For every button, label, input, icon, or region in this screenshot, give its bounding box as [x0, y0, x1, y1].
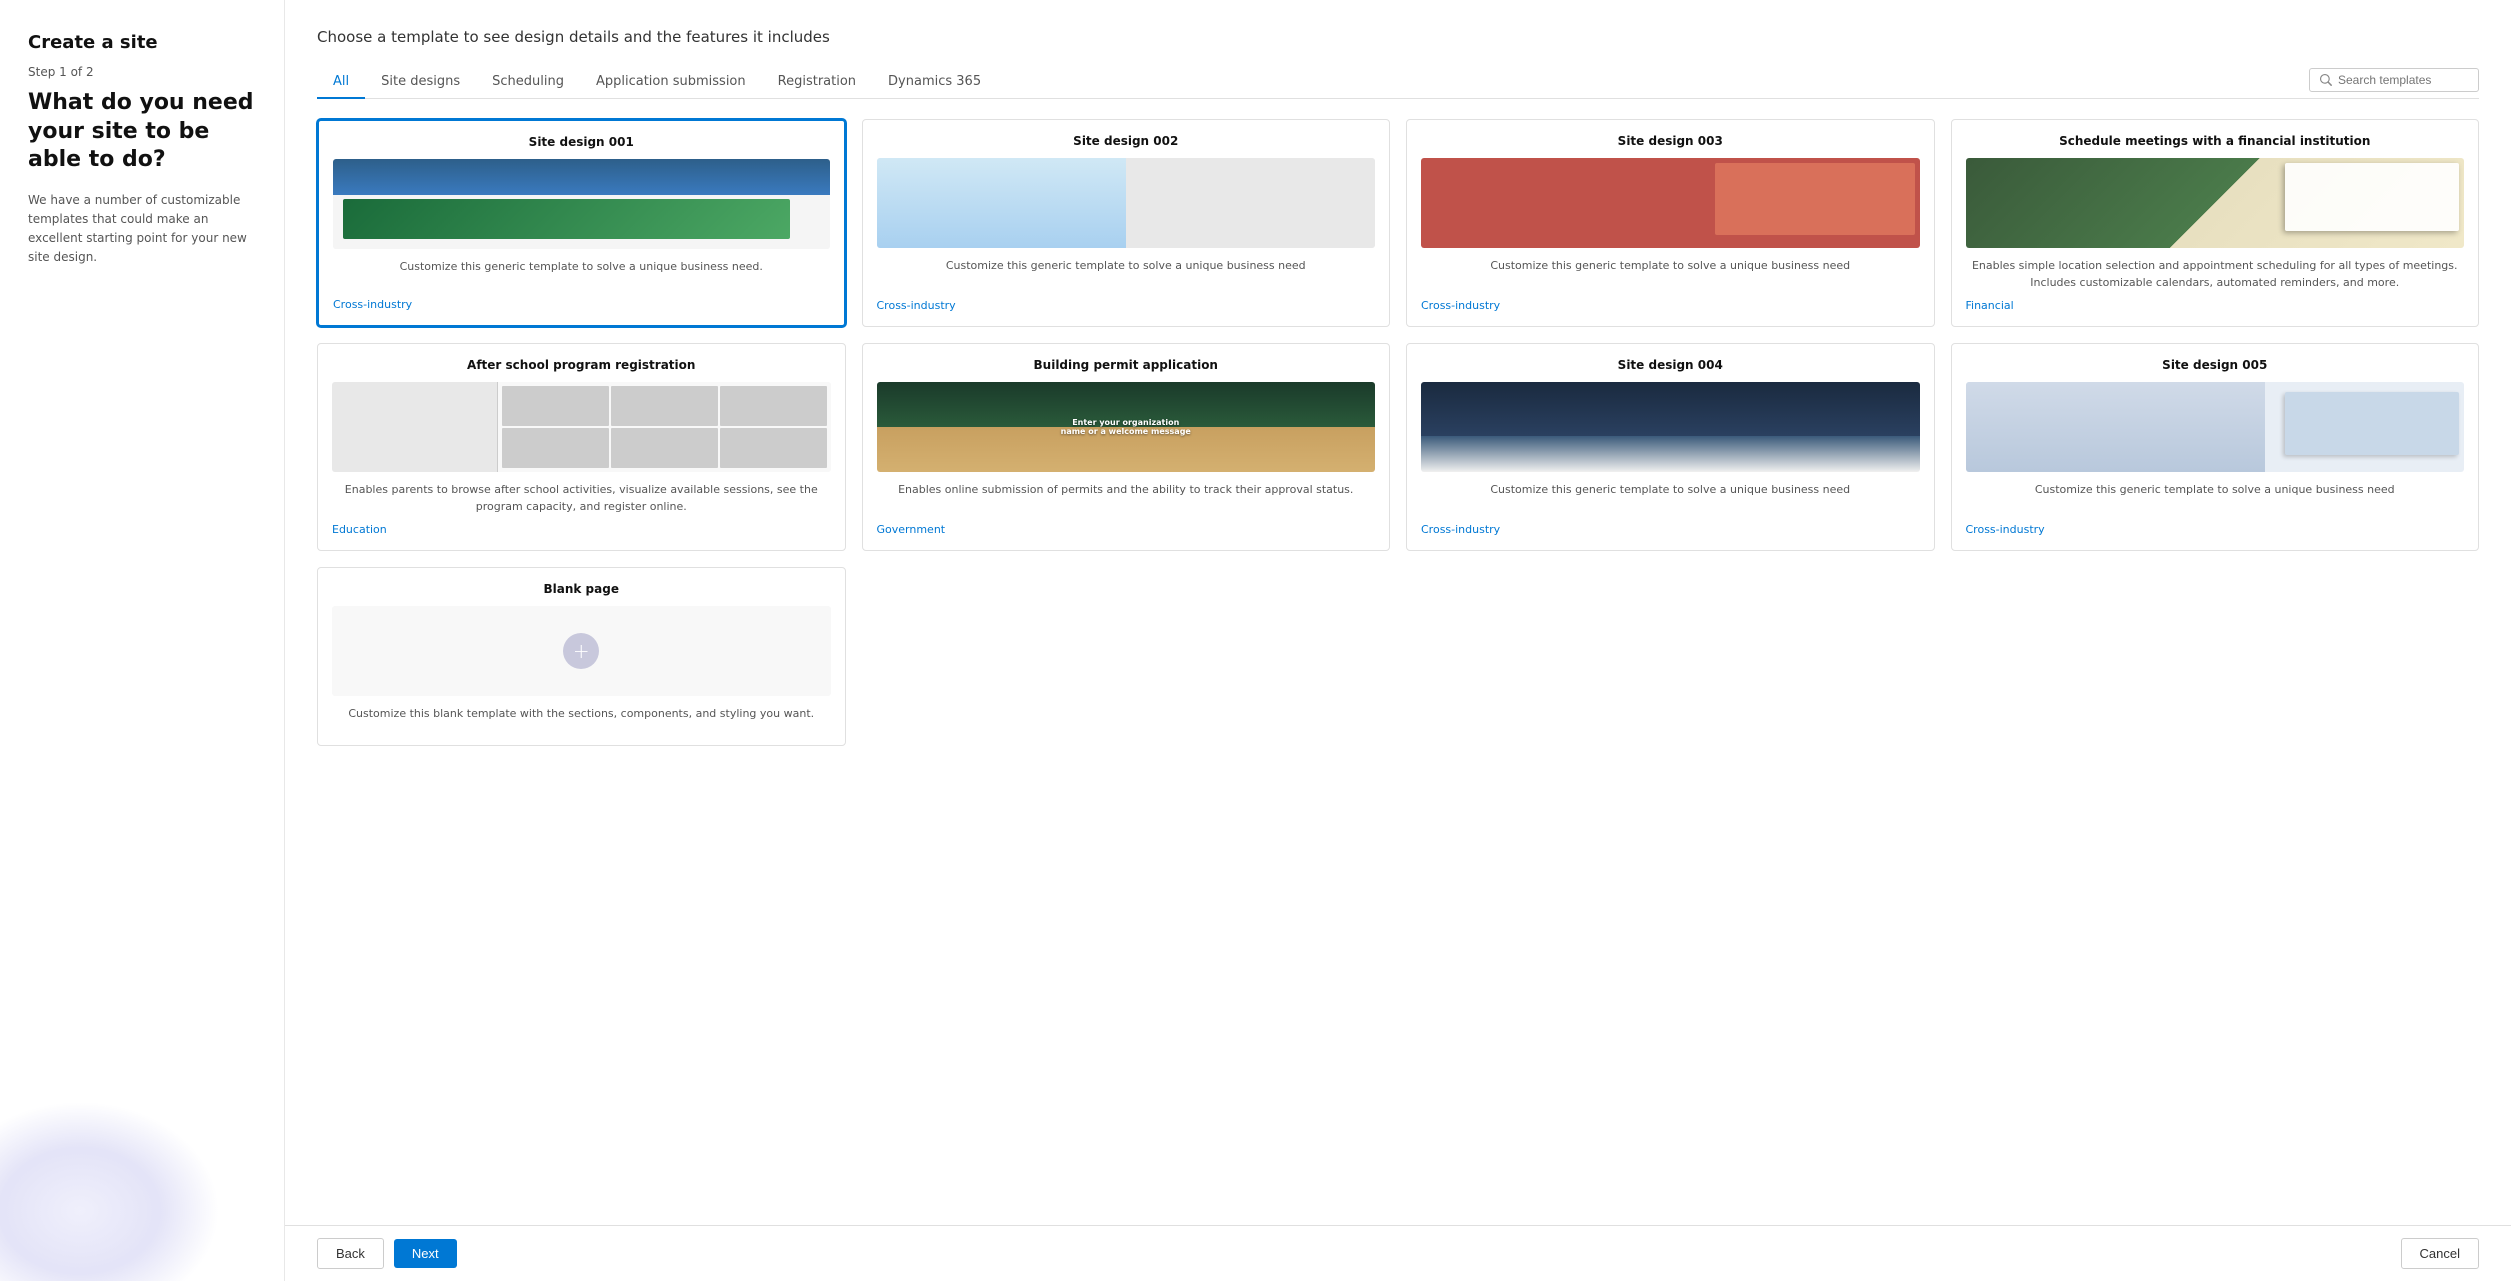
template-card-schedule-meetings[interactable]: Schedule meetings with a financial insti… — [1951, 119, 2480, 327]
card-description: Customize this blank template with the s… — [332, 706, 831, 723]
cancel-button[interactable]: Cancel — [2401, 1238, 2479, 1269]
template-grid-container: Site design 001 Customize this generic t… — [285, 99, 2511, 1281]
template-card-site-design-005[interactable]: Site design 005 Customize this generic t… — [1951, 343, 2480, 551]
card-thumbnail — [877, 158, 1376, 248]
card-thumbnail — [1421, 158, 1920, 248]
thumb-right — [498, 382, 830, 472]
card-tag: Cross-industry — [1421, 523, 1920, 536]
sidebar: Create a site Step 1 of 2 What do you ne… — [0, 0, 285, 1281]
card-description: Customize this generic template to solve… — [1421, 258, 1920, 291]
card-title: Site design 002 — [877, 134, 1376, 148]
back-button[interactable]: Back — [317, 1238, 384, 1269]
main-title: Choose a template to see design details … — [317, 28, 2479, 46]
template-card-site-design-001[interactable]: Site design 001 Customize this generic t… — [317, 119, 846, 327]
card-title: Schedule meetings with a financial insti… — [1966, 134, 2465, 148]
card-title: After school program registration — [332, 358, 831, 372]
tab-all[interactable]: All — [317, 66, 365, 99]
footer: Back Next Cancel — [285, 1225, 2511, 1281]
thumb-right — [1126, 158, 1375, 248]
thumb-item — [502, 428, 609, 468]
thumb-item — [502, 386, 609, 426]
tab-application-submission[interactable]: Application submission — [580, 66, 762, 99]
thumb-item — [720, 386, 827, 426]
tab-dynamics-365[interactable]: Dynamics 365 — [872, 66, 997, 99]
tab-registration[interactable]: Registration — [762, 66, 872, 99]
sidebar-app-title: Create a site — [28, 32, 256, 53]
sidebar-heading: What do you need your site to be able to… — [28, 89, 256, 175]
card-tag: Financial — [1966, 299, 2465, 312]
template-grid: Site design 001 Customize this generic t… — [317, 119, 2479, 746]
thumb-left — [877, 158, 1126, 248]
card-description: Enables parents to browse after school a… — [332, 482, 831, 515]
card-thumbnail — [1421, 382, 1920, 472]
plus-icon: + — [563, 633, 599, 669]
card-title: Building permit application — [877, 358, 1376, 372]
template-card-after-school[interactable]: After school program registration Enable… — [317, 343, 846, 551]
card-tag: Education — [332, 523, 831, 536]
thumb-item — [611, 428, 718, 468]
card-thumbnail — [1966, 158, 2465, 248]
card-tag: Cross-industry — [333, 298, 830, 311]
card-thumbnail: + — [332, 606, 831, 696]
main-header: Choose a template to see design details … — [285, 0, 2511, 99]
main-content: Choose a template to see design details … — [285, 0, 2511, 1281]
card-title: Site design 005 — [1966, 358, 2465, 372]
tab-site-designs[interactable]: Site designs — [365, 66, 476, 99]
card-tag: Government — [877, 523, 1376, 536]
card-description: Customize this generic template to solve… — [1966, 482, 2465, 515]
card-description: Customize this generic template to solve… — [333, 259, 830, 290]
tab-bar: All Site designs Scheduling Application … — [317, 66, 2479, 99]
template-card-site-design-003[interactable]: Site design 003 Customize this generic t… — [1406, 119, 1935, 327]
template-card-building-permit[interactable]: Building permit application Enter your o… — [862, 343, 1391, 551]
card-thumbnail: Enter your organizationname or a welcome… — [877, 382, 1376, 472]
card-description: Enables online submission of permits and… — [877, 482, 1376, 515]
tabs-left: All Site designs Scheduling Application … — [317, 66, 997, 98]
card-title: Site design 003 — [1421, 134, 1920, 148]
thumb-item — [611, 386, 718, 426]
next-button[interactable]: Next — [394, 1239, 457, 1268]
thumb-text: Enter your organizationname or a welcome… — [1061, 418, 1191, 436]
template-card-site-design-002[interactable]: Site design 002 Customize this generic t… — [862, 119, 1391, 327]
tab-scheduling[interactable]: Scheduling — [476, 66, 580, 99]
card-title: Site design 004 — [1421, 358, 1920, 372]
card-description: Customize this generic template to solve… — [1421, 482, 1920, 515]
template-card-blank-page[interactable]: Blank page + Customize this blank templa… — [317, 567, 846, 746]
thumb-left — [332, 382, 498, 472]
thumb-item — [720, 428, 827, 468]
card-tag: Cross-industry — [1421, 299, 1920, 312]
sidebar-decoration — [0, 1101, 220, 1281]
card-title: Site design 001 — [333, 135, 830, 149]
card-tag: Cross-industry — [1966, 523, 2465, 536]
card-description: Customize this generic template to solve… — [877, 258, 1376, 291]
card-thumbnail — [332, 382, 831, 472]
template-card-site-design-004[interactable]: Site design 004 Customize this generic t… — [1406, 343, 1935, 551]
card-description: Enables simple location selection and ap… — [1966, 258, 2465, 291]
card-title: Blank page — [332, 582, 831, 596]
search-box[interactable] — [2309, 68, 2479, 92]
card-tag: Cross-industry — [877, 299, 1376, 312]
card-thumbnail — [1966, 382, 2465, 472]
card-thumbnail — [333, 159, 830, 249]
sidebar-step: Step 1 of 2 — [28, 65, 256, 79]
search-icon — [2320, 74, 2332, 86]
search-input[interactable] — [2338, 73, 2468, 87]
sidebar-description: We have a number of customizable templat… — [28, 191, 256, 268]
